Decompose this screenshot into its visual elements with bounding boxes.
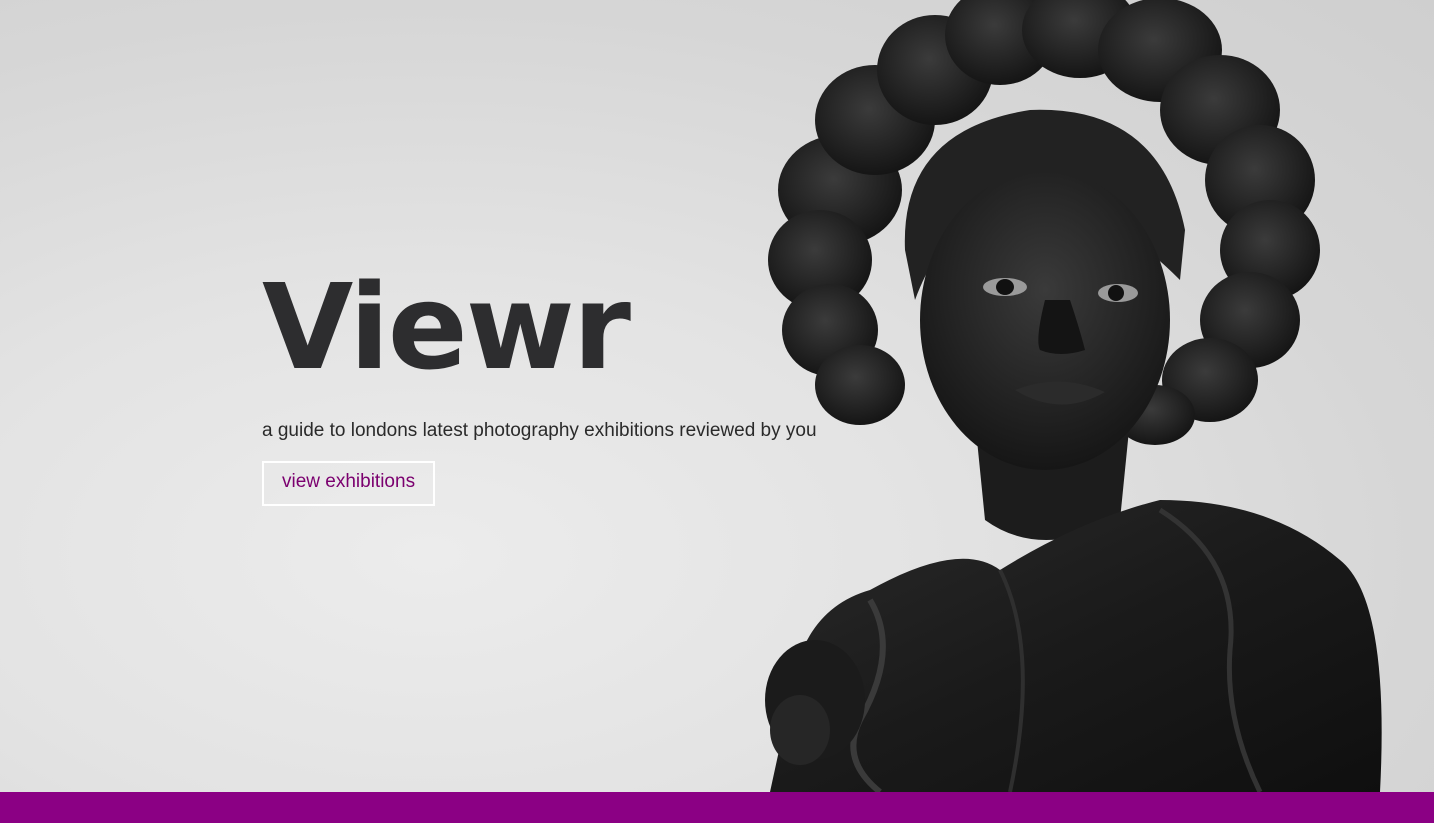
garment <box>770 500 1382 792</box>
view-exhibitions-button[interactable]: view exhibitions <box>262 460 436 506</box>
site-tagline: a guide to londons latest photography ex… <box>262 420 817 441</box>
site-title: Viewr <box>262 258 631 396</box>
footer-accent-bar <box>0 792 1434 823</box>
hero-text-block: Viewr a guide to londons latest photogra… <box>262 268 902 506</box>
hero-section: Viewr a guide to londons latest photogra… <box>0 0 1434 792</box>
